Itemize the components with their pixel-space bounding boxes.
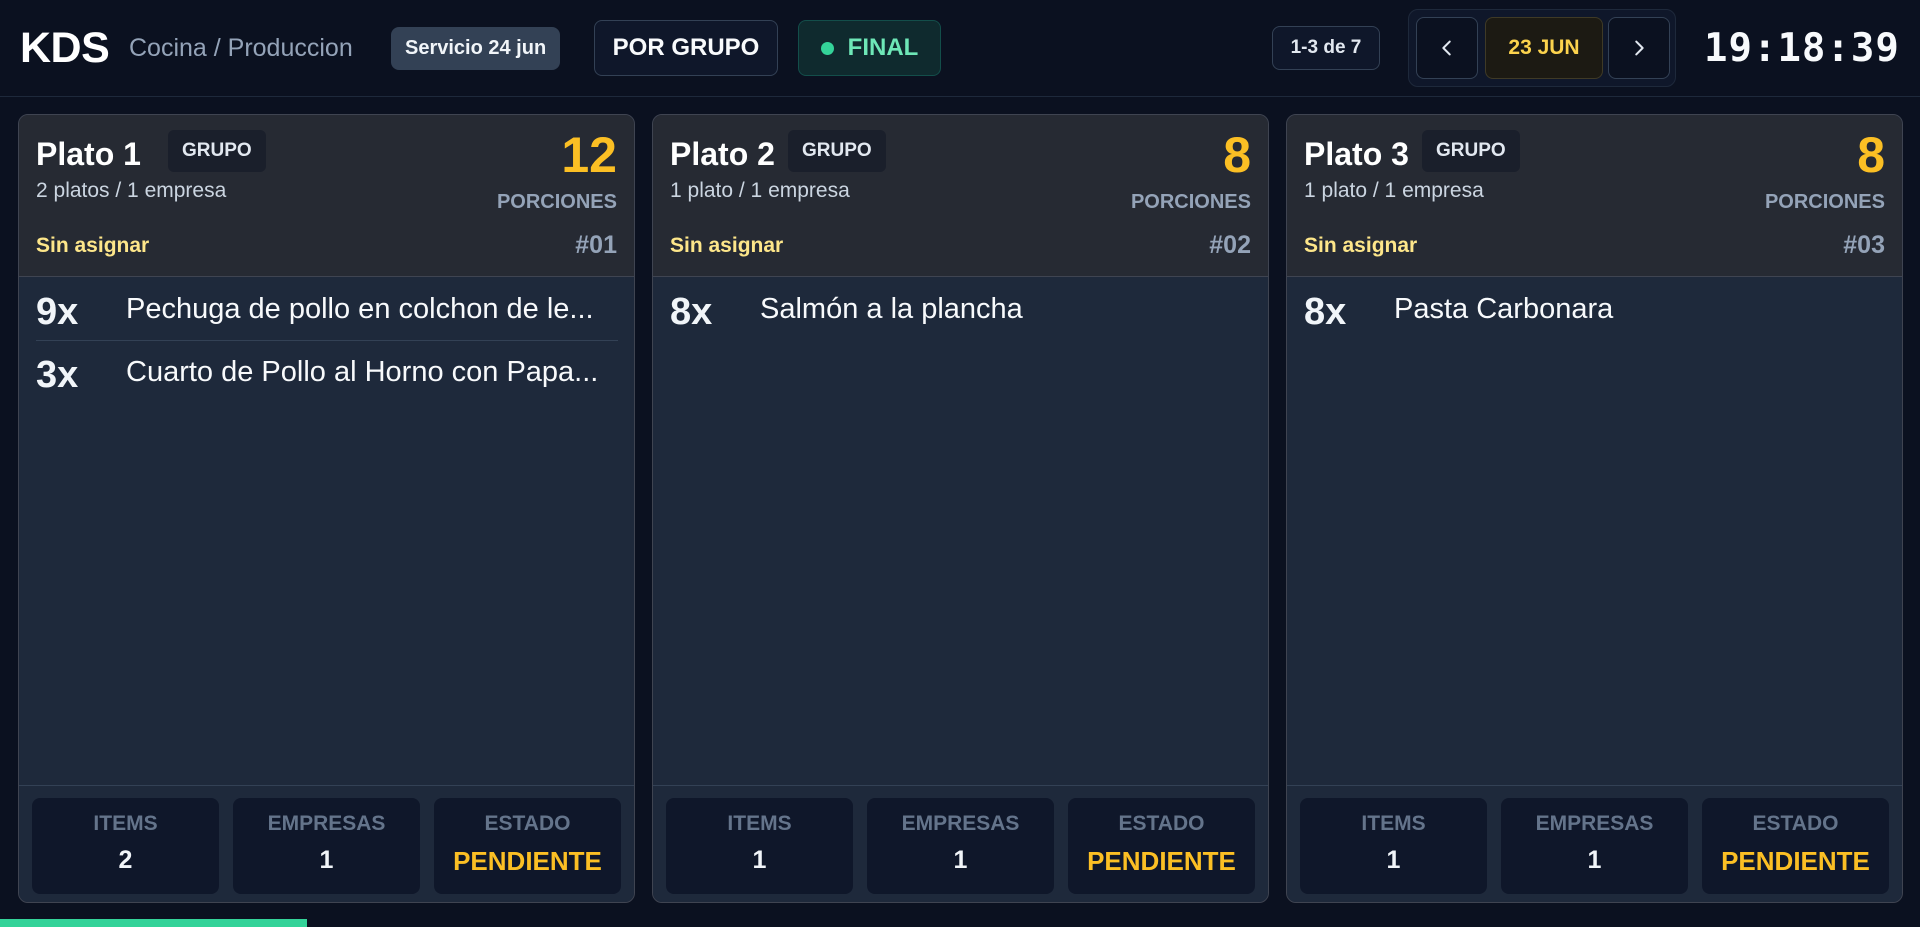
item-quantity: 8x xyxy=(1304,291,1347,333)
item-quantity: 3x xyxy=(36,354,79,396)
order-card[interactable]: Plato 1 GRUPO 2 platos / 1 empresa 12 PO… xyxy=(18,114,635,903)
portions-count: 8 xyxy=(1857,127,1885,183)
card-footer: ITEMS 1 EMPRESAS 1 ESTADO PENDIENTE xyxy=(653,785,1268,902)
item-name: Salmón a la plancha xyxy=(760,293,1023,325)
card-header: Plato 3 GRUPO 1 plato / 1 empresa 8 PORC… xyxy=(1287,115,1902,277)
list-item[interactable]: 8x Salmón a la plancha xyxy=(670,278,1252,341)
clock: 19:18:39 xyxy=(1704,25,1900,71)
card-footer: ITEMS 1 EMPRESAS 1 ESTADO PENDIENTE xyxy=(1287,785,1902,902)
stat-label: ITEMS xyxy=(93,812,158,835)
group-mode-button[interactable]: POR GRUPO xyxy=(594,20,778,76)
order-card[interactable]: Plato 3 GRUPO 1 plato / 1 empresa 8 PORC… xyxy=(1286,114,1903,903)
stat-value: 2 xyxy=(118,846,133,874)
chevron-left-icon xyxy=(1442,40,1451,56)
group-tag: GRUPO xyxy=(1422,130,1520,172)
app-brand: KDS xyxy=(20,23,110,72)
item-list: 9x Pechuga de pollo en colchon de le... … xyxy=(36,278,618,404)
stat-value: 1 xyxy=(1587,846,1602,874)
status-filter-label: FINAL xyxy=(847,34,919,61)
stat-label: ITEMS xyxy=(1361,812,1426,835)
current-date-button[interactable]: 23 JUN xyxy=(1485,17,1603,79)
page-range-badge: 1-3 de 7 xyxy=(1272,26,1380,70)
ticket-number: #03 xyxy=(1843,230,1885,259)
state-stat[interactable]: ESTADO PENDIENTE xyxy=(1702,798,1889,894)
portions-label: PORCIONES xyxy=(1764,190,1885,213)
item-list: 8x Salmón a la plancha xyxy=(670,278,1252,341)
stat-value: 1 xyxy=(1386,846,1401,874)
assignee-label[interactable]: Sin asignar xyxy=(1304,231,1417,261)
group-tag: GRUPO xyxy=(168,130,266,172)
state-stat[interactable]: ESTADO PENDIENTE xyxy=(434,798,621,894)
companies-stat: EMPRESAS 1 xyxy=(233,798,420,894)
stat-value: 1 xyxy=(319,846,334,874)
stat-value: 1 xyxy=(953,846,968,874)
list-item[interactable]: 3x Cuarto de Pollo al Horno con Papa... xyxy=(36,341,618,404)
stat-label: ESTADO xyxy=(484,812,571,835)
stat-label: EMPRESAS xyxy=(901,812,1020,835)
breadcrumb: Cocina / Produccion xyxy=(129,33,353,62)
list-item[interactable]: 8x Pasta Carbonara xyxy=(1304,278,1886,341)
group-tag: GRUPO xyxy=(788,130,886,172)
service-badge: Servicio 24 jun xyxy=(391,27,561,70)
ticket-number: #02 xyxy=(1209,230,1251,259)
stat-value: 1 xyxy=(752,846,767,874)
card-title: Plato 2 xyxy=(670,135,775,172)
stat-label: EMPRESAS xyxy=(267,812,386,835)
card-title: Plato 3 xyxy=(1304,135,1409,172)
assignee-label[interactable]: Sin asignar xyxy=(36,231,149,261)
stat-label: ESTADO xyxy=(1752,812,1839,835)
status-badge: PENDIENTE xyxy=(1087,846,1236,876)
item-name: Pasta Carbonara xyxy=(1394,293,1614,325)
companies-stat: EMPRESAS 1 xyxy=(1501,798,1688,894)
card-title: Plato 1 xyxy=(36,135,141,172)
items-stat: ITEMS 1 xyxy=(1300,798,1487,894)
items-stat: ITEMS 1 xyxy=(666,798,853,894)
card-subtitle: 1 plato / 1 empresa xyxy=(1304,179,1484,202)
order-card[interactable]: Plato 2 GRUPO 1 plato / 1 empresa 8 PORC… xyxy=(652,114,1269,903)
status-badge: PENDIENTE xyxy=(453,846,602,876)
portions-label: PORCIONES xyxy=(496,190,617,213)
stat-label: EMPRESAS xyxy=(1535,812,1654,835)
card-subtitle: 1 plato / 1 empresa xyxy=(670,179,850,202)
card-header: Plato 1 GRUPO 2 platos / 1 empresa 12 PO… xyxy=(19,115,634,277)
refresh-progress-bar xyxy=(0,919,308,927)
status-badge: PENDIENTE xyxy=(1721,846,1870,876)
item-name: Cuarto de Pollo al Horno con Papa... xyxy=(126,356,599,388)
card-footer: ITEMS 2 EMPRESAS 1 ESTADO PENDIENTE xyxy=(19,785,634,902)
stat-label: ESTADO xyxy=(1118,812,1205,835)
item-list: 8x Pasta Carbonara xyxy=(1304,278,1886,341)
items-stat: ITEMS 2 xyxy=(32,798,219,894)
card-subtitle: 2 platos / 1 empresa xyxy=(36,179,227,202)
portions-count: 8 xyxy=(1223,127,1251,183)
item-quantity: 8x xyxy=(670,291,713,333)
status-dot-icon xyxy=(820,41,834,55)
state-stat[interactable]: ESTADO PENDIENTE xyxy=(1068,798,1255,894)
ticket-number: #01 xyxy=(575,230,617,259)
next-date-button[interactable] xyxy=(1608,17,1670,79)
status-filter-button[interactable]: FINAL xyxy=(798,20,941,76)
item-name: Pechuga de pollo en colchon de le... xyxy=(126,292,594,325)
companies-stat: EMPRESAS 1 xyxy=(867,798,1054,894)
prev-date-button[interactable] xyxy=(1416,17,1478,79)
card-header: Plato 2 GRUPO 1 plato / 1 empresa 8 PORC… xyxy=(653,115,1268,277)
list-item[interactable]: 9x Pechuga de pollo en colchon de le... xyxy=(36,278,618,341)
portions-label: PORCIONES xyxy=(1130,190,1251,213)
date-navigator: 23 JUN xyxy=(1408,9,1676,87)
stat-label: ITEMS xyxy=(727,812,792,835)
top-bar: KDS Cocina / Produccion Servicio 24 jun … xyxy=(0,0,1920,97)
chevron-right-icon xyxy=(1635,40,1644,56)
assignee-label[interactable]: Sin asignar xyxy=(670,231,783,261)
item-quantity: 9x xyxy=(36,290,79,333)
portions-count: 12 xyxy=(561,127,617,183)
